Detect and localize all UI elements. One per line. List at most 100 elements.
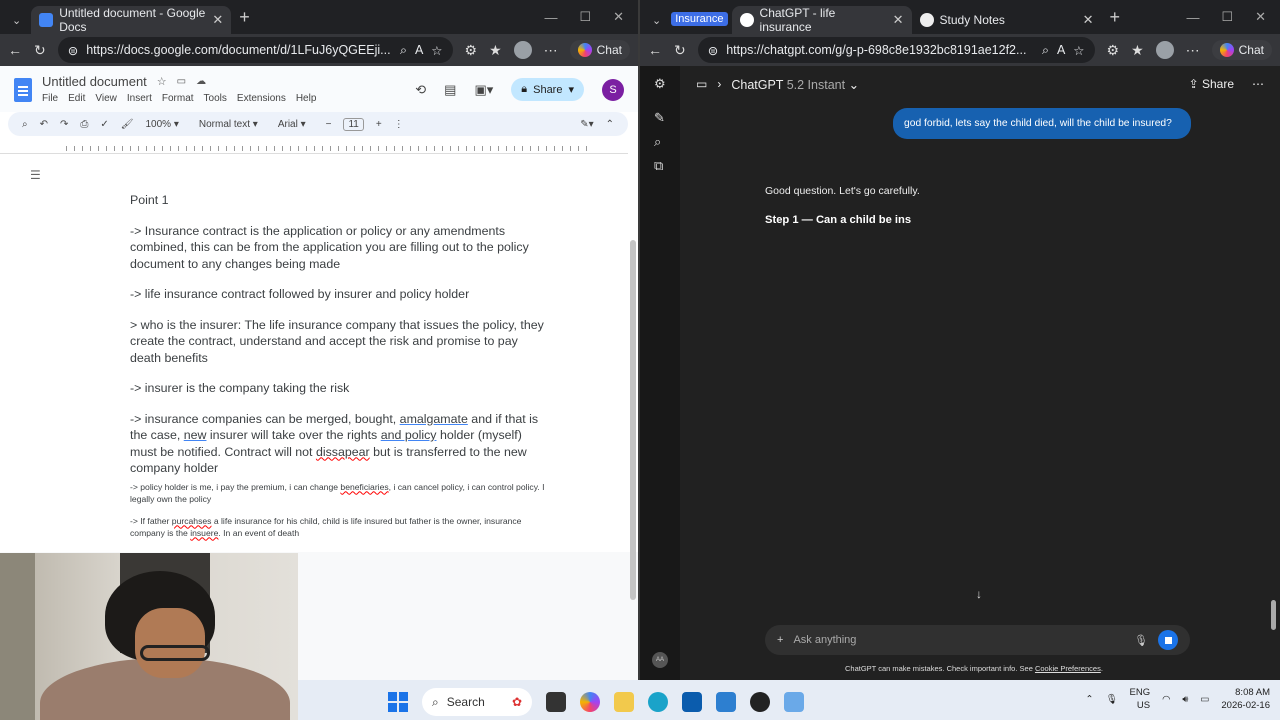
star-icon[interactable]: ☆ <box>157 75 167 88</box>
volume-icon[interactable]: 🔊︎ <box>1182 694 1188 705</box>
decrease-size-icon[interactable]: − <box>326 119 332 130</box>
collapse-toolbar-icon[interactable]: ⌃ <box>606 119 614 130</box>
bookmark-star-icon[interactable]: ☆ <box>431 43 442 58</box>
site-info-icon[interactable]: ⊜ <box>708 43 718 58</box>
spelling-flag[interactable]: insuere <box>190 528 218 538</box>
account-avatar[interactable]: S <box>602 78 624 101</box>
tab-list-icon[interactable]: ⌄ <box>652 14 661 27</box>
language-indicator[interactable]: ENG US <box>1130 686 1151 712</box>
menu-tools[interactable]: Tools <box>204 93 227 104</box>
openai-logo-icon[interactable]: ⚙ <box>654 76 666 92</box>
new-tab-icon[interactable]: + <box>239 7 250 28</box>
read-aloud-icon[interactable]: A <box>415 43 423 57</box>
microphone-tray-icon[interactable]: 🎙︎ <box>1105 694 1117 705</box>
extensions-icon[interactable]: ⚙ <box>1107 42 1120 59</box>
tab-chatgpt[interactable]: ChatGPT - life insurance ✕ <box>731 6 912 34</box>
spelling-flag[interactable]: dissapear <box>316 445 370 459</box>
spellcheck-icon[interactable]: ✓ <box>100 119 108 130</box>
project-folder-icon[interactable]: ▭ <box>696 77 707 91</box>
more-tools-icon[interactable]: ⋮ <box>394 119 404 130</box>
font-select[interactable]: Arial ▾ <box>278 119 306 130</box>
outline-icon[interactable]: ☰ <box>30 168 41 182</box>
menu-edit[interactable]: Edit <box>68 93 85 104</box>
scroll-down-icon[interactable]: ↓ <box>970 586 988 604</box>
close-window-icon[interactable]: ✕ <box>613 9 624 25</box>
copilot-chat-button[interactable]: Chat <box>1211 40 1272 60</box>
minimize-icon[interactable]: — <box>1186 10 1199 25</box>
docs-logo-icon[interactable] <box>14 78 32 102</box>
grammar-flag[interactable]: and policy <box>381 428 437 442</box>
back-icon[interactable]: ← <box>8 42 22 58</box>
tab-group-insurance[interactable]: Insurance <box>671 12 728 26</box>
cookie-preferences-link[interactable]: Cookie Preferences <box>1035 664 1101 673</box>
store-icon[interactable] <box>682 692 702 712</box>
chat-scrollbar[interactable] <box>1271 600 1276 630</box>
library-icon[interactable]: ⧉ <box>654 158 663 174</box>
maximize-icon[interactable]: ☐ <box>579 9 591 25</box>
profile-avatar[interactable] <box>1155 41 1174 59</box>
grammar-flag[interactable]: new <box>184 428 207 442</box>
wifi-icon[interactable]: ◠ <box>1162 694 1170 705</box>
edit-mode-icon[interactable]: ✎▾ <box>580 119 593 130</box>
document-canvas[interactable]: ☰ Point 1 -> Insurance contract is the a… <box>0 154 628 554</box>
ruler[interactable] <box>0 140 628 154</box>
read-aloud-icon[interactable]: A <box>1057 43 1065 57</box>
more-options-icon[interactable]: ⋯ <box>1252 77 1264 91</box>
close-window-icon[interactable]: ✕ <box>1255 9 1266 25</box>
task-view-icon[interactable] <box>546 692 566 712</box>
outlook-icon[interactable] <box>716 692 736 712</box>
print-icon[interactable]: ⎙ <box>80 119 88 130</box>
address-bar[interactable]: ⊜ https://chatgpt.com/g/g-p-698c8e1932bc… <box>697 37 1095 63</box>
extensions-icon[interactable]: ⚙ <box>465 42 478 59</box>
search-icon[interactable]: ⌕ <box>654 134 661 150</box>
tab-docs[interactable]: Untitled document - Google Docs ✕ <box>31 6 232 34</box>
search-menus-icon[interactable]: ⌕ <box>22 119 28 130</box>
profile-avatar[interactable] <box>513 41 532 59</box>
history-icon[interactable]: ⟲ <box>415 82 426 98</box>
new-tab-icon[interactable]: + <box>1110 7 1121 28</box>
reload-icon[interactable]: ↻ <box>34 42 46 59</box>
tab-study-notes[interactable]: Study Notes ✕ <box>912 6 1102 34</box>
start-windows-icon[interactable] <box>388 692 408 712</box>
file-explorer-icon[interactable] <box>614 692 634 712</box>
microphone-icon[interactable]: 🎙︎ <box>1134 634 1148 647</box>
menu-help[interactable]: Help <box>296 93 317 104</box>
model-selector[interactable]: ChatGPT 5.2 Instant ⌄ <box>731 77 859 92</box>
composer-input[interactable]: Ask anything <box>793 634 1124 646</box>
user-avatar[interactable]: AA <box>652 652 668 668</box>
comments-icon[interactable]: ▤ <box>444 82 456 98</box>
zoom-lens-icon[interactable]: ⌕ <box>400 43 407 58</box>
message-composer[interactable]: + Ask anything 🎙︎ <box>765 625 1190 655</box>
tab-list-icon[interactable]: ⌄ <box>12 14 21 27</box>
font-size-input[interactable]: 11 <box>343 117 364 131</box>
stop-generating-button[interactable] <box>1158 630 1178 650</box>
document-page[interactable]: Point 1 -> Insurance contract is the app… <box>130 192 550 549</box>
close-tab-icon[interactable]: ✕ <box>212 12 223 28</box>
favorites-icon[interactable]: ★ <box>489 42 502 59</box>
paint-format-icon[interactable]: 🖌︎ <box>121 119 134 130</box>
site-info-icon[interactable]: ⊜ <box>68 43 78 58</box>
more-menu-icon[interactable]: ⋯ <box>1186 42 1200 59</box>
close-tab-icon[interactable]: ✕ <box>1083 12 1094 28</box>
spelling-flag[interactable]: beneficiaries <box>340 482 388 492</box>
new-chat-icon[interactable]: ✎ <box>654 110 665 126</box>
reload-icon[interactable]: ↻ <box>674 42 686 59</box>
share-button[interactable]: 🔒︎ Share ▾ <box>511 78 584 101</box>
edge-browser-icon[interactable] <box>648 692 668 712</box>
taskbar-search[interactable]: ⌕ Search ✿ <box>422 688 532 716</box>
battery-icon[interactable]: ▭ <box>1200 694 1209 705</box>
bookmark-star-icon[interactable]: ☆ <box>1073 43 1084 58</box>
meet-icon[interactable]: ▣▾ <box>474 82 493 98</box>
menu-insert[interactable]: Insert <box>127 93 152 104</box>
more-menu-icon[interactable]: ⋯ <box>544 42 558 59</box>
favorites-icon[interactable]: ★ <box>1131 42 1144 59</box>
back-icon[interactable]: ← <box>648 42 662 58</box>
minimize-icon[interactable]: — <box>544 10 557 25</box>
maximize-icon[interactable]: ☐ <box>1221 9 1233 25</box>
clock[interactable]: 8:08 AM 2026-02-16 <box>1221 686 1270 712</box>
cloud-status-icon[interactable]: ☁ <box>196 76 206 87</box>
increase-size-icon[interactable]: + <box>376 119 382 130</box>
move-folder-icon[interactable]: ▭ <box>177 76 186 87</box>
undo-icon[interactable]: ↶ <box>40 119 48 130</box>
address-bar[interactable]: ⊜ https://docs.google.com/document/d/1LF… <box>57 37 453 63</box>
